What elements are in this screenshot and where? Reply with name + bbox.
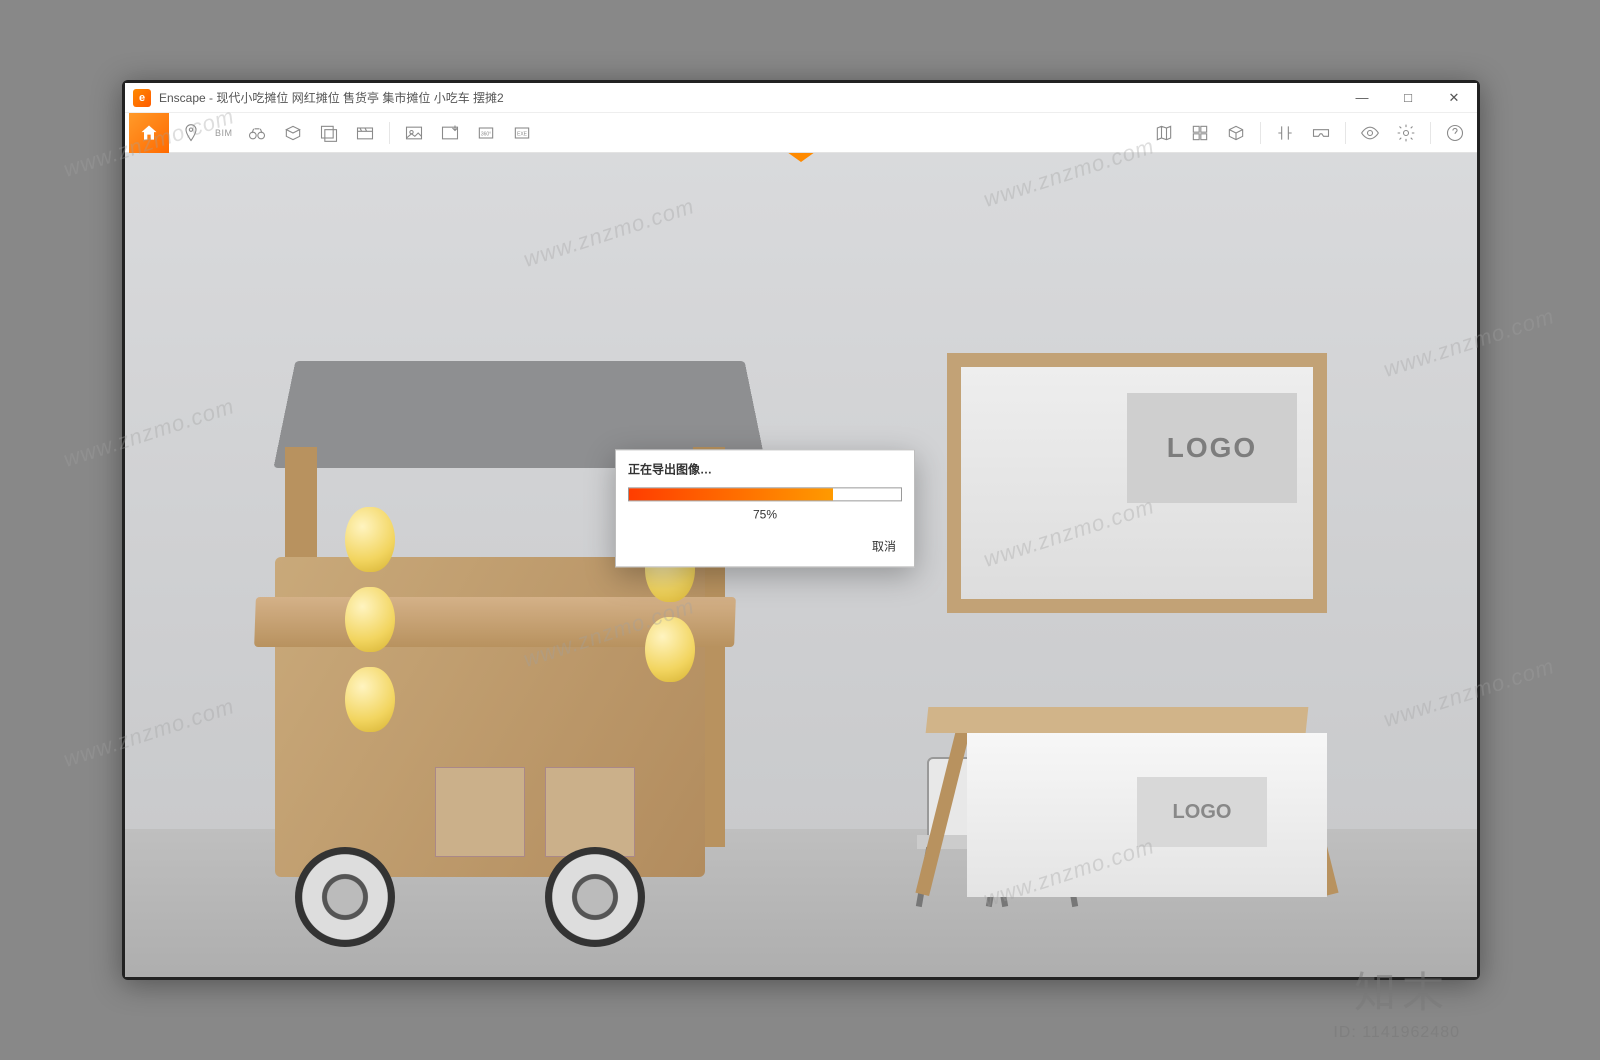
minimap-icon xyxy=(1154,123,1174,143)
table-logo-panel: LOGO xyxy=(1137,777,1267,847)
export-image-button[interactable] xyxy=(398,117,430,149)
lantern-icon xyxy=(345,507,395,572)
progress-percent-label: 75% xyxy=(616,503,914,529)
export-image-alt-button[interactable] xyxy=(434,117,466,149)
booth-model: LOGO xyxy=(947,353,1327,613)
video-button[interactable] xyxy=(349,117,381,149)
table-model: LOGO xyxy=(927,677,1307,897)
views-icon xyxy=(319,123,339,143)
location-pin-icon xyxy=(181,123,201,143)
eye-icon xyxy=(1360,123,1380,143)
vr-headset-icon xyxy=(1311,123,1331,143)
viewport-expand-chevron-icon[interactable] xyxy=(787,153,815,164)
lantern-icon xyxy=(345,667,395,732)
maximize-button[interactable]: □ xyxy=(1385,83,1431,112)
binoculars-icon xyxy=(247,123,267,143)
document-title: 现代小吃摊位 网红摊位 售货亭 集市摊位 小吃车 摆摊2 xyxy=(216,91,503,105)
export-progress-dialog: 正在导出图像… 75% 取消 xyxy=(615,449,915,567)
render-viewport[interactable]: LOGO LOGO 正在导出图像… 75% xyxy=(125,153,1477,977)
export-image-alt-icon xyxy=(440,123,460,143)
toolbar: BIM 360° EXE xyxy=(125,113,1477,153)
lantern-icon xyxy=(345,587,395,652)
wheel-icon xyxy=(545,847,645,947)
titlebar[interactable]: e Enscape - 现代小吃摊位 网红摊位 售货亭 集市摊位 小吃车 摆摊2… xyxy=(125,83,1477,113)
toolbar-separator xyxy=(1430,122,1431,144)
panorama-icon: 360° xyxy=(476,123,496,143)
home-icon xyxy=(139,123,159,143)
gear-icon xyxy=(1396,123,1416,143)
video-icon xyxy=(355,123,375,143)
exe-export-button[interactable]: EXE xyxy=(506,117,538,149)
close-icon: ✕ xyxy=(1449,90,1460,106)
svg-text:EXE: EXE xyxy=(517,131,528,137)
app-window: e Enscape - 现代小吃摊位 网红摊位 售货亭 集市摊位 小吃车 摆摊2… xyxy=(125,83,1477,977)
app-name: Enscape xyxy=(159,91,206,105)
food-cart-model xyxy=(245,307,765,947)
home-button[interactable] xyxy=(129,113,169,153)
bim-label[interactable]: BIM xyxy=(209,128,239,138)
cancel-button[interactable]: 取消 xyxy=(866,535,902,556)
toolbar-separator xyxy=(1345,122,1346,144)
binoculars-button[interactable] xyxy=(241,117,273,149)
package-icon xyxy=(1226,123,1246,143)
minimap-button[interactable] xyxy=(1148,117,1180,149)
cardboard-box xyxy=(545,767,635,857)
maximize-icon: □ xyxy=(1404,90,1412,105)
window-title: Enscape - 现代小吃摊位 网红摊位 售货亭 集市摊位 小吃车 摆摊2 xyxy=(159,89,504,106)
panorama-button[interactable]: 360° xyxy=(470,117,502,149)
lantern-icon xyxy=(645,617,695,682)
settings-button[interactable] xyxy=(1390,117,1422,149)
visual-settings-button[interactable] xyxy=(1354,117,1386,149)
booth-logo-banner: LOGO xyxy=(1127,393,1297,503)
progress-bar xyxy=(628,487,902,501)
app-icon-letter: e xyxy=(139,92,145,104)
asset-id-label: ID: 1141962480 xyxy=(1333,1024,1460,1042)
help-icon xyxy=(1445,123,1465,143)
cardboard-box xyxy=(435,767,525,857)
progress-bar-fill xyxy=(629,488,833,500)
dialog-title: 正在导出图像… xyxy=(616,450,914,483)
asset-library-icon xyxy=(1190,123,1210,143)
exe-export-icon: EXE xyxy=(512,123,532,143)
perspective-icon xyxy=(283,123,303,143)
wheel-icon xyxy=(295,847,395,947)
toolbar-separator xyxy=(389,122,390,144)
minimize-icon: — xyxy=(1356,90,1369,105)
vr-headset-button[interactable] xyxy=(1305,117,1337,149)
svg-text:360°: 360° xyxy=(480,131,490,137)
package-button[interactable] xyxy=(1220,117,1252,149)
help-button[interactable] xyxy=(1439,117,1471,149)
export-image-icon xyxy=(404,123,424,143)
location-pin-button[interactable] xyxy=(175,117,207,149)
views-button[interactable] xyxy=(313,117,345,149)
app-icon: e xyxy=(133,89,151,107)
asset-library-button[interactable] xyxy=(1184,117,1216,149)
screenshot-frame: e Enscape - 现代小吃摊位 网红摊位 售货亭 集市摊位 小吃车 摆摊2… xyxy=(122,80,1480,980)
compare-icon xyxy=(1275,123,1295,143)
perspective-button[interactable] xyxy=(277,117,309,149)
close-button[interactable]: ✕ xyxy=(1431,83,1477,112)
minimize-button[interactable]: — xyxy=(1339,83,1385,112)
compare-button[interactable] xyxy=(1269,117,1301,149)
toolbar-separator xyxy=(1260,122,1261,144)
